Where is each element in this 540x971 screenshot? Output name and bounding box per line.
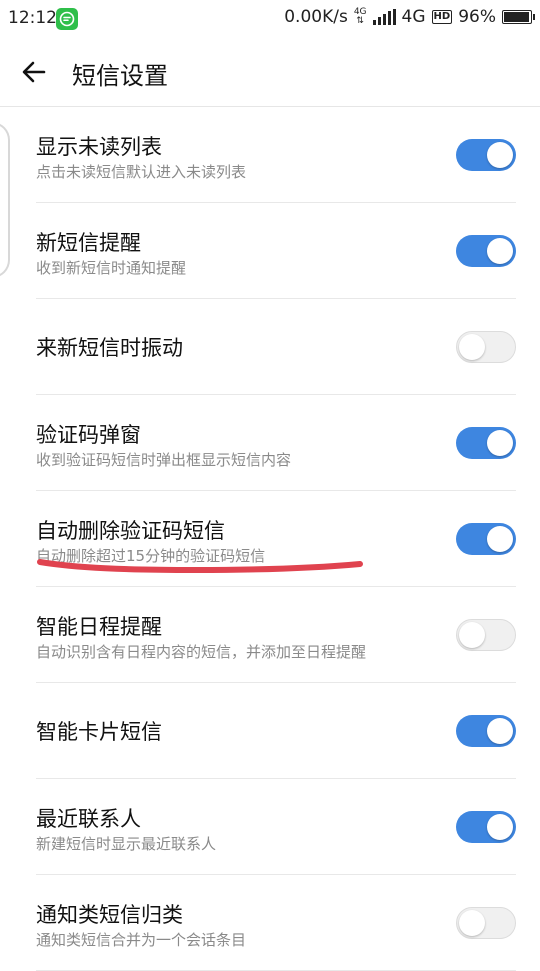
battery-percent: 96% bbox=[458, 7, 496, 27]
battery-level-fill bbox=[504, 12, 529, 22]
red-underline-annotation bbox=[37, 559, 363, 574]
setting-row[interactable]: 最近联系人新建短信时显示最近联系人 bbox=[36, 779, 516, 875]
setting-subtitle: 新建短信时显示最近联系人 bbox=[36, 835, 217, 853]
network-tag-bottom: ⇅ bbox=[356, 16, 364, 26]
setting-row[interactable]: 智能卡片短信 bbox=[36, 683, 516, 779]
setting-row[interactable]: 新短信提醒收到新短信时通知提醒 bbox=[36, 203, 516, 299]
toggle-switch[interactable] bbox=[456, 619, 516, 651]
setting-subtitle: 收到验证码短信时弹出框显示短信内容 bbox=[36, 451, 292, 469]
chat-bubble-icon bbox=[56, 8, 78, 30]
hd-voice-badge: HD bbox=[431, 10, 453, 24]
toggle-switch[interactable] bbox=[456, 331, 516, 363]
toggle-switch[interactable] bbox=[456, 139, 516, 171]
setting-subtitle: 自动识别含有日程内容的短信，并添加至日程提醒 bbox=[36, 643, 367, 661]
battery-icon bbox=[502, 10, 535, 24]
toggle-knob bbox=[487, 430, 513, 456]
status-bar: 12:12 0.00K/s 4G ⇅ 4G HD 96% bbox=[0, 0, 540, 36]
arrow-left-icon[interactable] bbox=[18, 56, 50, 88]
network-speed: 0.00K/s bbox=[284, 7, 348, 27]
page-title: 短信设置 bbox=[72, 62, 168, 90]
toggle-knob bbox=[487, 526, 513, 552]
toggle-knob bbox=[487, 142, 513, 168]
toggle-knob bbox=[487, 238, 513, 264]
toggle-switch[interactable] bbox=[456, 427, 516, 459]
setting-title: 通知类短信归类 bbox=[36, 903, 183, 927]
toggle-knob bbox=[459, 910, 485, 936]
setting-title: 新短信提醒 bbox=[36, 231, 141, 255]
setting-title: 智能卡片短信 bbox=[36, 720, 162, 744]
setting-title: 验证码弹窗 bbox=[36, 423, 141, 447]
toggle-switch[interactable] bbox=[456, 235, 516, 267]
setting-title: 显示未读列表 bbox=[36, 135, 162, 159]
setting-subtitle: 收到新短信时通知提醒 bbox=[36, 259, 187, 277]
setting-row[interactable]: 通知类短信归类通知类短信合并为一个会话条目 bbox=[36, 875, 516, 971]
app-header: 短信设置 bbox=[0, 36, 540, 107]
setting-row[interactable]: 来新短信时振动 bbox=[36, 299, 516, 395]
toggle-knob bbox=[459, 334, 485, 360]
setting-title: 智能日程提醒 bbox=[36, 615, 162, 639]
status-indicators: 0.00K/s 4G ⇅ 4G HD 96% bbox=[284, 7, 535, 27]
status-time: 12:12 bbox=[8, 8, 57, 28]
toggle-switch[interactable] bbox=[456, 715, 516, 747]
settings-list: 显示未读列表点击未读短信默认进入未读列表新短信提醒收到新短信时通知提醒来新短信时… bbox=[0, 107, 540, 971]
network-activity-icon: 4G ⇅ bbox=[354, 8, 367, 26]
setting-title: 最近联系人 bbox=[36, 807, 141, 831]
setting-title: 来新短信时振动 bbox=[36, 336, 183, 360]
network-type: 4G bbox=[401, 7, 426, 27]
setting-subtitle: 通知类短信合并为一个会话条目 bbox=[36, 931, 247, 949]
toggle-switch[interactable] bbox=[456, 811, 516, 843]
toggle-switch[interactable] bbox=[456, 523, 516, 555]
toggle-knob bbox=[487, 814, 513, 840]
setting-subtitle: 点击未读短信默认进入未读列表 bbox=[36, 163, 247, 181]
setting-row[interactable]: 验证码弹窗收到验证码短信时弹出框显示短信内容 bbox=[36, 395, 516, 491]
setting-title: 自动删除验证码短信 bbox=[36, 519, 225, 543]
toggle-switch[interactable] bbox=[456, 907, 516, 939]
setting-row[interactable]: 显示未读列表点击未读短信默认进入未读列表 bbox=[36, 107, 516, 203]
setting-row[interactable]: 智能日程提醒自动识别含有日程内容的短信，并添加至日程提醒 bbox=[36, 587, 516, 683]
signal-strength-icon bbox=[372, 9, 396, 25]
toggle-knob bbox=[459, 622, 485, 648]
toggle-knob bbox=[487, 718, 513, 744]
